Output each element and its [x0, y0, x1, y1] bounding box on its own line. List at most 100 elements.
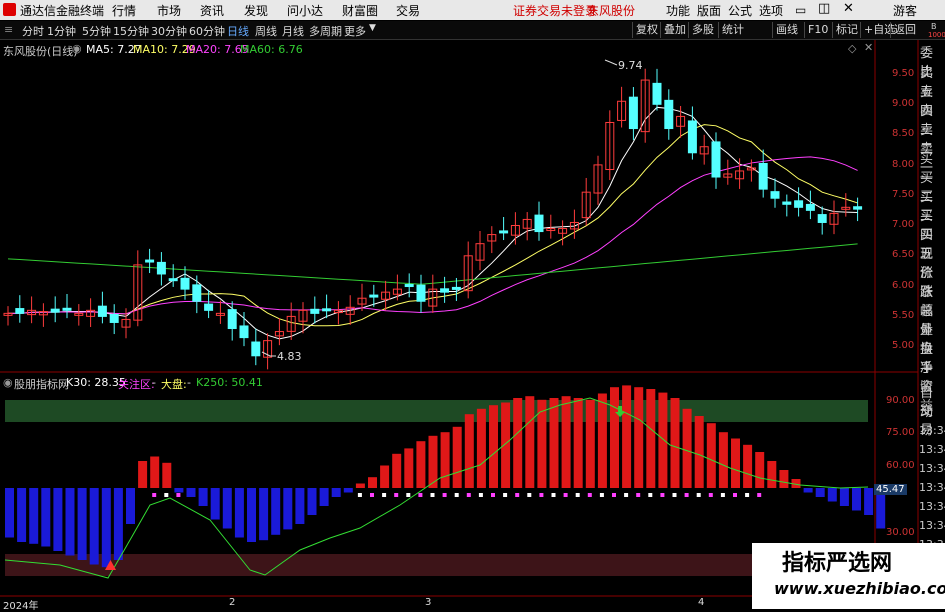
signal-dot: [672, 493, 677, 497]
signal-dot: [382, 493, 387, 497]
trade-time: 13:34: [919, 462, 945, 475]
indicator-bar: [41, 488, 51, 547]
signal-dot: [164, 493, 169, 497]
indicator-bar: [694, 416, 704, 488]
indicator-bar: [585, 399, 595, 488]
candle-body: [758, 162, 768, 190]
indicator-bar: [440, 432, 450, 488]
signal-dot: [599, 493, 604, 497]
indicator-bar: [718, 432, 728, 488]
candle-body: [239, 325, 249, 339]
indicator-bar: [610, 387, 619, 488]
indicator-bar: [380, 465, 390, 488]
signal-dot: [745, 493, 750, 497]
trade-time: 13:34: [919, 481, 945, 494]
candle-body: [628, 96, 638, 130]
indicator-bar: [706, 423, 716, 488]
signal-dot: [466, 493, 471, 497]
indicator-bar: [852, 488, 861, 511]
signal-dot: [733, 493, 737, 497]
candle-body: [62, 307, 72, 311]
price-tick: 5.50: [892, 310, 915, 321]
price-tick: 6.50: [892, 249, 915, 260]
sub-tick: 75.00: [886, 427, 915, 438]
indicator-bar: [17, 488, 27, 542]
price-tick: 5.00: [892, 340, 915, 351]
indicator-bar: [646, 389, 656, 488]
candle-body: [145, 259, 155, 263]
indicator-bar: [65, 488, 75, 556]
indicator-bar: [622, 385, 632, 488]
indicator-bar: [501, 402, 511, 488]
date-tick: 2: [229, 597, 236, 608]
signal-dot: [636, 493, 641, 497]
candle-body: [251, 341, 261, 357]
sub-tick: 90.00: [886, 395, 915, 406]
price-tick: 9.50: [892, 68, 915, 79]
watermark-url: www.xuezhibiao.com: [774, 579, 945, 598]
candle-body: [369, 294, 379, 298]
bottom-zone-band: [5, 554, 868, 576]
signal-dot: [527, 493, 532, 497]
indicator-bar: [597, 393, 607, 488]
candle-body: [192, 284, 202, 302]
indicator-bar: [827, 488, 837, 502]
indicator-bar: [210, 488, 220, 520]
indicator-bar: [53, 488, 63, 551]
candle-body: [687, 120, 697, 154]
candle-body: [156, 261, 166, 275]
candle-body: [227, 309, 237, 330]
candle-body: [50, 308, 60, 313]
indicator-bar: [331, 488, 341, 497]
candle-body: [451, 286, 461, 290]
signal-dot: [551, 493, 556, 497]
signal-dot: [176, 493, 181, 497]
low-price-label: 4.83: [277, 350, 302, 363]
signal-dot: [418, 493, 423, 497]
signal-dot: [515, 493, 520, 497]
indicator-bar: [634, 387, 644, 488]
price-tick: 9.00: [892, 98, 915, 109]
indicator-bar: [464, 414, 474, 488]
signal-dot: [696, 493, 701, 497]
indicator-bar: [767, 461, 777, 488]
indicator-bar: [198, 488, 208, 506]
signal-dot: [430, 493, 435, 497]
indicator-bar: [489, 405, 498, 488]
indicator-bar: [513, 398, 523, 488]
signal-dot: [575, 493, 580, 497]
signal-dot: [442, 493, 447, 497]
indicator-bar: [682, 408, 692, 488]
indicator-bar: [525, 396, 535, 488]
date-tick: 3: [425, 597, 432, 608]
watermark-box: 指标严选网 www.xuezhibiao.com: [752, 543, 945, 609]
signal-dot: [491, 493, 495, 497]
candle-body: [664, 99, 674, 130]
indicator-bar: [561, 396, 571, 488]
trade-time: 13:34: [919, 424, 945, 437]
high-price-label: 9.74: [618, 59, 643, 72]
indicator-bar: [295, 488, 305, 524]
signal-dot: [394, 493, 399, 497]
indicator-bar: [126, 488, 135, 524]
indicator-bar: [573, 398, 583, 488]
candle-body: [97, 305, 107, 317]
signal-dot: [454, 493, 459, 497]
indicator-bar: [658, 392, 668, 488]
signal-dot: [370, 493, 374, 497]
kline-chart[interactable]: [0, 0, 945, 609]
indicator-bar: [186, 488, 196, 497]
trade-time: 13:34: [919, 500, 945, 513]
indicator-bar: [404, 448, 414, 488]
high-arrow: [604, 59, 618, 66]
indicator-bar: [743, 444, 753, 488]
signal-dot: [648, 493, 653, 497]
candle-body: [416, 284, 426, 302]
signal-dot: [612, 493, 616, 497]
signal-dot: [539, 493, 544, 497]
indicator-bar: [222, 488, 232, 529]
indicator-bar: [247, 488, 256, 542]
candle-body: [805, 203, 815, 211]
signal-dot: [720, 493, 725, 497]
candle-body: [711, 141, 721, 178]
